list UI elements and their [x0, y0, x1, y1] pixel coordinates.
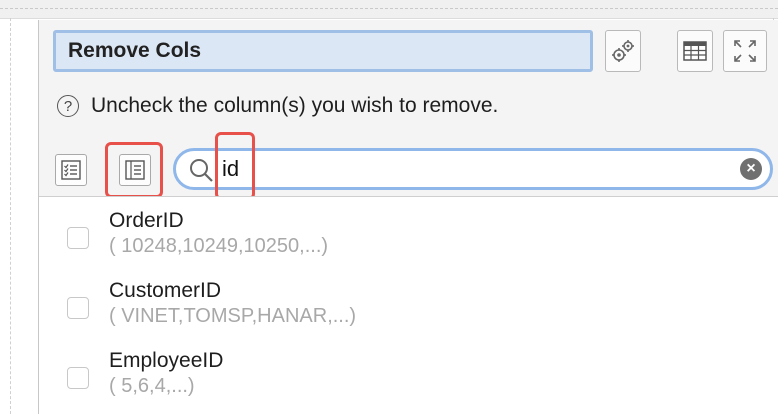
- column-toolbar: ×: [47, 132, 777, 200]
- panel-title-field[interactable]: Remove Cols: [53, 30, 593, 72]
- column-checkbox[interactable]: [67, 367, 89, 389]
- deselect-all-button[interactable]: [119, 154, 151, 186]
- column-checkbox[interactable]: [67, 227, 89, 249]
- search-input[interactable]: [222, 155, 722, 183]
- column-list: OrderID ( 10248,10249,10250,...) Custome…: [39, 196, 778, 414]
- column-search-box[interactable]: ×: [173, 148, 773, 190]
- expand-icon: [734, 40, 756, 62]
- guide-line-left: [10, 18, 11, 414]
- checklist-icon: [61, 160, 81, 180]
- column-name: CustomerID: [109, 279, 222, 302]
- search-icon: [190, 159, 213, 182]
- column-sample-values: ( VINET,TOMSP,HANAR,...): [109, 305, 357, 327]
- help-text: Uncheck the column(s) you wish to remove…: [91, 94, 499, 117]
- panel-title: Remove Cols: [68, 39, 202, 62]
- top-strip: [0, 0, 778, 19]
- list-item[interactable]: OrderID ( 10248,10249,10250,...): [39, 201, 778, 271]
- help-row: ? Uncheck the column(s) you wish to remo…: [57, 92, 498, 120]
- table-icon: [683, 41, 707, 61]
- column-name: OrderID: [109, 209, 184, 232]
- clear-search-icon[interactable]: ×: [740, 158, 762, 180]
- screenshot-stage: Remove Cols ? Uncheck the column(s) you …: [0, 0, 778, 414]
- help-icon[interactable]: ?: [57, 95, 79, 117]
- list-icon: [125, 160, 145, 180]
- settings-button[interactable]: [605, 30, 641, 72]
- table-view-button[interactable]: [677, 30, 713, 72]
- list-item[interactable]: EmployeeID ( 5,6,4,...): [39, 341, 778, 411]
- gears-icon: [612, 40, 634, 62]
- column-sample-values: ( 10248,10249,10250,...): [109, 235, 329, 257]
- remove-cols-panel: Remove Cols ? Uncheck the column(s) you …: [38, 20, 778, 414]
- column-name: EmployeeID: [109, 349, 224, 372]
- column-sample-values: ( 5,6,4,...): [109, 375, 195, 397]
- column-checkbox[interactable]: [67, 297, 89, 319]
- list-item[interactable]: CustomerID ( VINET,TOMSP,HANAR,...): [39, 271, 778, 341]
- select-all-button[interactable]: [55, 154, 87, 186]
- expand-button[interactable]: [723, 30, 767, 72]
